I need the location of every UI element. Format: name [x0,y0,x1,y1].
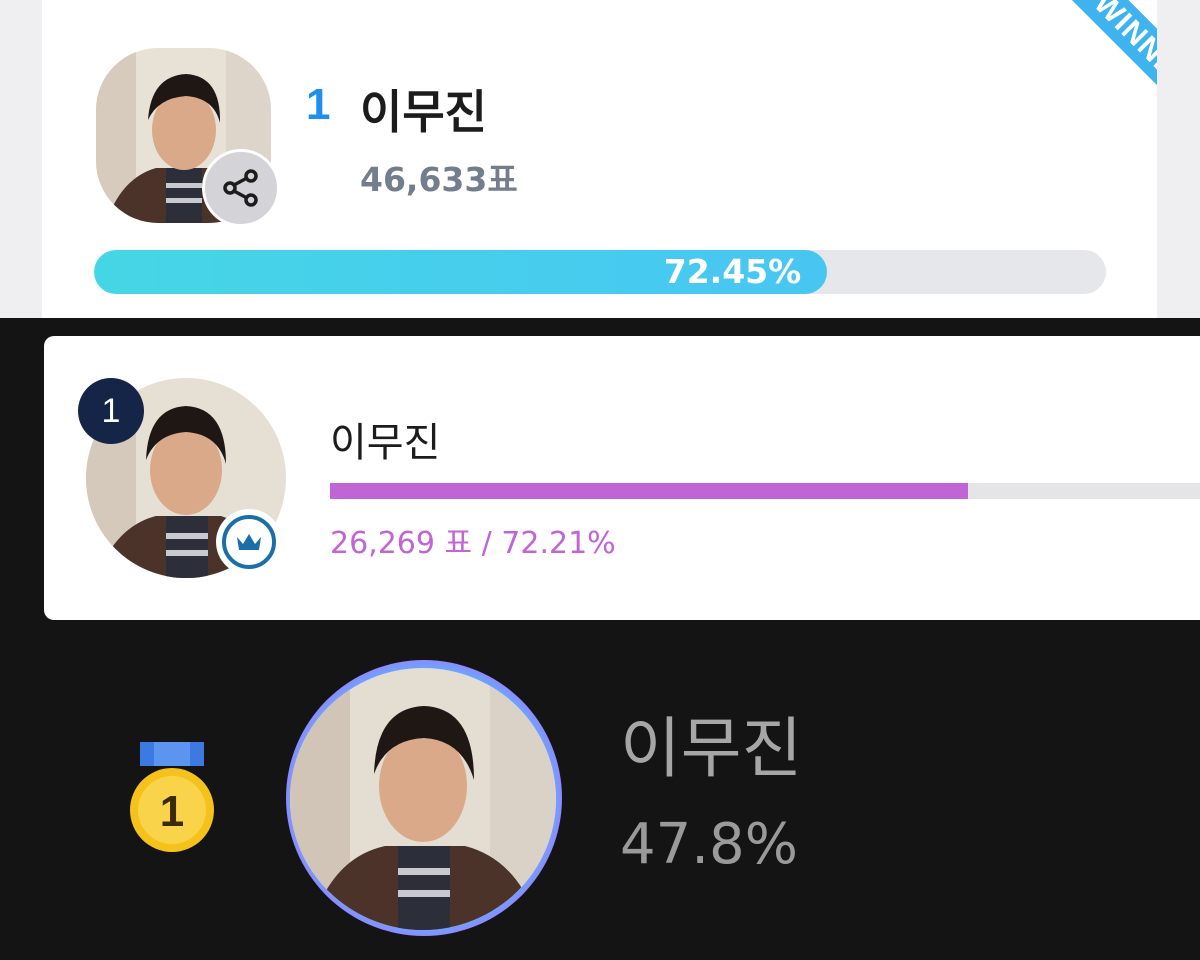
rank-badge: 1 [78,378,144,444]
candidate-card-2: 1 이무진 26,269 표 / 72.21% [44,336,1200,620]
candidate-name: 이무진 [360,85,487,139]
candidate-photo [290,668,556,930]
vote-percent: 72.45% [663,252,802,291]
candidate-name: 이무진 [330,420,441,466]
vote-percent: 47.8% [620,812,798,877]
share-icon [223,169,258,207]
vote-progress-bar [330,483,1200,499]
vote-count: 46,633표 [360,160,518,199]
share-button[interactable] [202,149,280,227]
gold-medal-icon: 1 [126,742,218,854]
candidate-name: 이무진 [620,710,803,787]
crown-badge [216,509,282,575]
candidate-card: WINNER 1 이무진 46,633표 72.45% [42,0,1157,318]
vote-panel-light: WINNER 1 이무진 46,633표 72.45% [0,0,1200,318]
medal-rank: 1 [160,787,184,836]
vote-progress-fill: 72.45% [94,250,828,294]
winner-ribbon: WINNER [1066,0,1157,122]
vote-progress-bar: 72.45% [94,250,1106,294]
rank-number: 1 [306,80,331,129]
crown-icon [237,534,261,550]
vote-stats: 26,269 표 / 72.21% [330,526,616,561]
vote-progress-fill [330,483,969,499]
